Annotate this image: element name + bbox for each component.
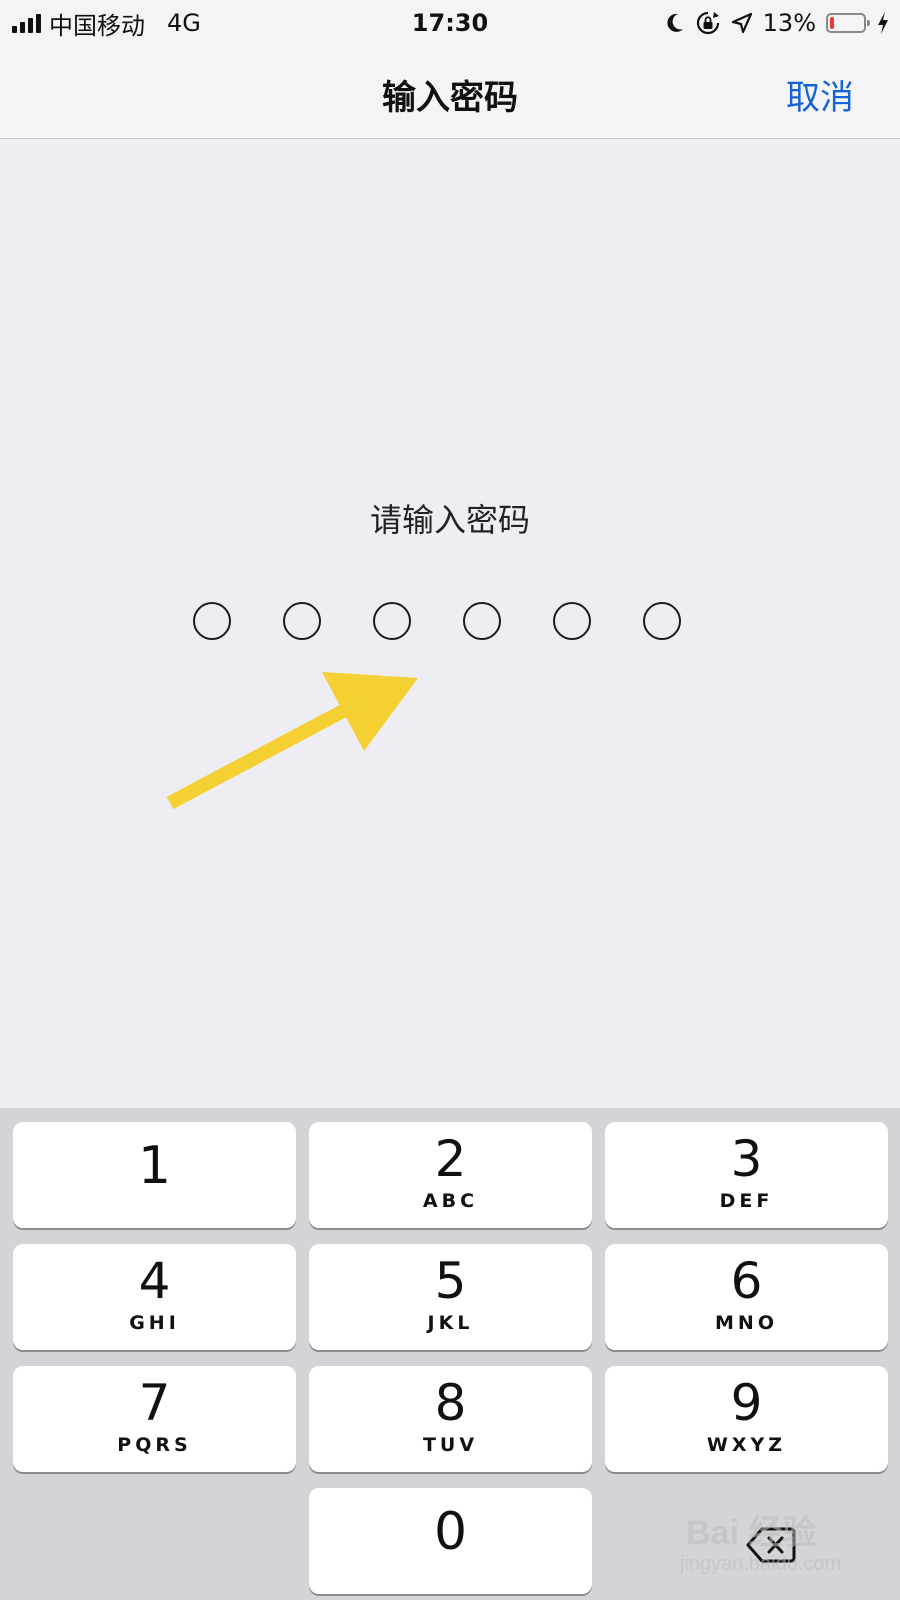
key-digit: 8 xyxy=(434,1374,467,1432)
key-letters: DEF xyxy=(719,1190,774,1212)
key-5[interactable]: 5 JKL xyxy=(309,1244,592,1350)
key-letters: WXYZ xyxy=(706,1434,787,1456)
key-digit: 5 xyxy=(434,1252,467,1310)
cancel-button[interactable]: 取消 xyxy=(786,70,854,119)
key-digit: 4 xyxy=(138,1252,171,1310)
battery-icon xyxy=(826,13,870,33)
key-1[interactable]: 1 xyxy=(13,1122,296,1228)
passcode-dot xyxy=(193,602,231,640)
key-7[interactable]: 7 PQRS xyxy=(13,1366,296,1472)
rotation-lock-icon xyxy=(696,11,719,35)
status-right: 13% xyxy=(665,6,890,40)
key-4[interactable]: 4 GHI xyxy=(13,1244,296,1350)
charging-icon xyxy=(878,12,888,34)
status-bar: 中国移动 4G 17:30 13% xyxy=(0,0,900,46)
location-icon xyxy=(731,12,752,34)
key-digit: 3 xyxy=(730,1130,763,1188)
key-2[interactable]: 2 ABC xyxy=(309,1122,592,1228)
key-letters: JKL xyxy=(427,1312,474,1334)
key-digit: 0 xyxy=(433,1502,468,1562)
key-6[interactable]: 6 MNO xyxy=(605,1244,888,1350)
backspace-icon[interactable] xyxy=(746,1526,796,1564)
key-letters: GHI xyxy=(129,1312,180,1334)
key-8[interactable]: 8 TUV xyxy=(309,1366,592,1472)
key-digit: 6 xyxy=(730,1252,763,1310)
passcode-dot xyxy=(553,602,591,640)
key-digit: 9 xyxy=(730,1374,763,1432)
key-digit: 7 xyxy=(138,1374,171,1432)
key-digit: 1 xyxy=(137,1136,172,1196)
key-0[interactable]: 0 xyxy=(309,1488,592,1594)
passcode-dot xyxy=(373,602,411,640)
passcode-dots xyxy=(193,602,681,640)
passcode-dot xyxy=(643,602,681,640)
key-letters: PQRS xyxy=(117,1434,192,1456)
page-title: 输入密码 xyxy=(382,78,518,118)
passcode-dot xyxy=(283,602,321,640)
passcode-dot xyxy=(463,602,501,640)
key-9[interactable]: 9 WXYZ xyxy=(605,1366,888,1472)
key-letters: MNO xyxy=(715,1312,778,1334)
battery-percent: 13% xyxy=(762,9,816,37)
passcode-prompt: 请输入密码 xyxy=(369,501,530,539)
navigation-bar: 输入密码 取消 xyxy=(0,46,900,139)
key-letters: TUV xyxy=(422,1434,479,1456)
key-letters: ABC xyxy=(422,1190,479,1212)
key-3[interactable]: 3 DEF xyxy=(605,1122,888,1228)
moon-icon xyxy=(667,13,683,32)
key-digit: 2 xyxy=(434,1130,467,1188)
